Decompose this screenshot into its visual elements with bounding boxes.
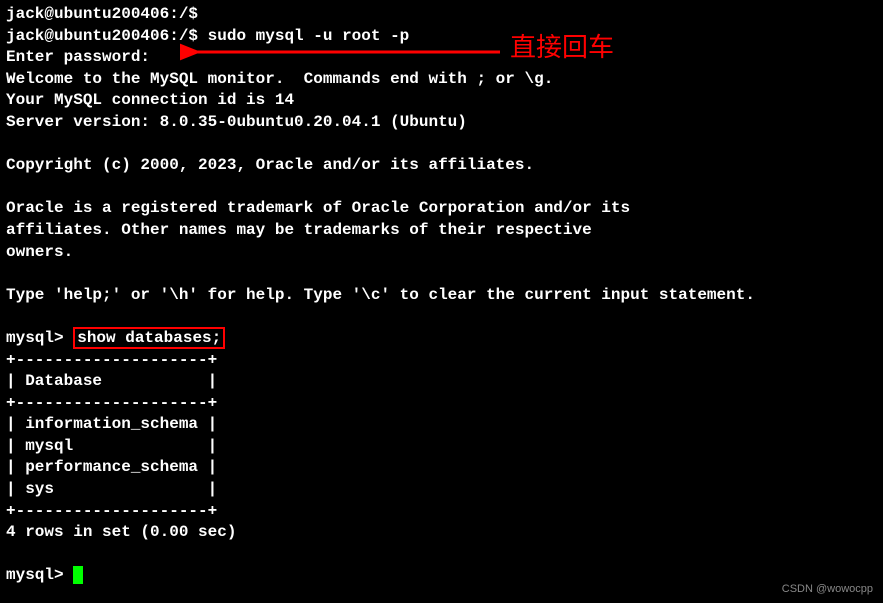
mysql-prompt: mysql> [6,566,73,584]
mysql-prompt: mysql> [6,329,73,347]
cursor-icon [73,566,83,584]
blank-line [6,134,877,156]
table-row: | performance_schema | [6,457,877,479]
table-row: | information_schema | [6,414,877,436]
show-databases-command: show databases; [73,327,225,349]
trademark-line-2: affiliates. Other names may be trademark… [6,220,877,242]
help-line: Type 'help;' or '\h' for help. Type '\c'… [6,285,877,307]
sudo-command: sudo mysql -u root -p [208,27,410,45]
blank-line [6,306,877,328]
blank-line [6,544,877,566]
table-border-bottom: +--------------------+ [6,501,877,523]
prompt-text: jack@ubuntu200406:/$ [6,27,208,45]
server-version-line: Server version: 8.0.35-0ubuntu0.20.04.1 … [6,112,877,134]
trademark-line-3: owners. [6,242,877,264]
table-row: | sys | [6,479,877,501]
table-border-mid: +--------------------+ [6,393,877,415]
mysql-command-line[interactable]: mysql> show databases; [6,328,877,350]
welcome-line: Welcome to the MySQL monitor. Commands e… [6,69,877,91]
table-border-top: +--------------------+ [6,350,877,372]
table-header: | Database | [6,371,877,393]
connection-id-line: Your MySQL connection id is 14 [6,90,877,112]
result-line: 4 rows in set (0.00 sec) [6,522,877,544]
annotation-text: 直接回车 [510,30,614,65]
copyright-line: Copyright (c) 2000, 2023, Oracle and/or … [6,155,877,177]
prompt-line-1: jack@ubuntu200406:/$ [6,4,877,26]
blank-line [6,263,877,285]
mysql-prompt-line[interactable]: mysql> [6,565,877,587]
blank-line [6,177,877,199]
command-line[interactable]: jack@ubuntu200406:/$ sudo mysql -u root … [6,26,877,48]
table-row: | mysql | [6,436,877,458]
watermark-text: CSDN @wowocpp [782,582,873,597]
enter-password-line[interactable]: Enter password: [6,47,877,69]
trademark-line-1: Oracle is a registered trademark of Orac… [6,198,877,220]
